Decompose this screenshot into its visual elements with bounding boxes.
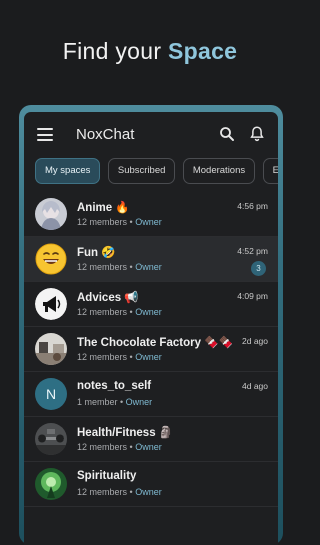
member-count: 12 members [77, 262, 128, 272]
fun-emoji-avatar [35, 243, 67, 275]
member-count: 12 members [77, 442, 128, 452]
space-row-chocolate-factory[interactable]: The Chocolate Factory 🍫🍫 12 members • Ow… [24, 327, 278, 372]
separator: • [127, 262, 136, 272]
spaces-list: Anime 🔥 12 members • Owner 4:56 pm Fun 🤣… [24, 192, 278, 507]
last-activity-time: 4:52 pm [237, 246, 268, 256]
separator: • [127, 307, 136, 317]
headline-accent: Space [168, 38, 238, 64]
separator: • [127, 352, 136, 362]
tab-my-spaces[interactable]: My spaces [35, 158, 101, 184]
separator: • [127, 442, 136, 452]
space-row-notes-to-self[interactable]: N notes_to_self 1 member • Owner 4d ago [24, 372, 278, 417]
member-count: 12 members [77, 307, 128, 317]
tab-subscribed[interactable]: Subscribed [107, 158, 176, 184]
notification-bell-icon[interactable] [248, 125, 266, 143]
avatar-initial: N [45, 386, 57, 402]
space-row-fun[interactable]: Fun 🤣 12 members • Owner 4:52 pm 3 [24, 237, 278, 282]
separator: • [127, 487, 136, 497]
space-title: Health/Fitness 🗿 [77, 427, 174, 439]
search-icon[interactable] [218, 125, 236, 143]
space-title: Advices 📢 [77, 292, 139, 304]
space-title: The Chocolate Factory 🍫🍫 [77, 337, 233, 349]
space-meta: 1 member • Owner [77, 397, 152, 407]
space-meta: 12 members • Owner [77, 217, 162, 227]
nature-photo-avatar [35, 468, 67, 500]
hamburger-menu-icon[interactable] [37, 128, 53, 141]
space-title: notes_to_self [77, 380, 152, 392]
room-photo-avatar [35, 333, 67, 365]
separator: • [117, 397, 126, 407]
page-headline: Find your Space [0, 38, 300, 65]
phone-frame: NoxChat My spaces Subscribed Moderations… [19, 105, 283, 545]
app-bar: NoxChat [24, 112, 278, 158]
space-title: Anime 🔥 [77, 202, 130, 214]
space-meta: 12 members • Owner [77, 352, 162, 362]
last-activity-time: 4d ago [242, 381, 268, 391]
space-title: Fun 🤣 [77, 247, 116, 259]
member-count: 1 member [77, 397, 118, 407]
role-label: Owner [135, 352, 162, 362]
space-row-spirituality[interactable]: Spirituality 12 members • Owner [24, 462, 278, 507]
space-meta: 12 members • Owner [77, 442, 162, 452]
separator: • [127, 217, 136, 227]
space-meta: 12 members • Owner [77, 262, 162, 272]
role-label: Owner [135, 307, 162, 317]
space-row-anime[interactable]: Anime 🔥 12 members • Owner 4:56 pm [24, 192, 278, 237]
role-label: Owner [125, 397, 153, 407]
last-activity-time: 4:09 pm [237, 291, 268, 301]
app-screen: NoxChat My spaces Subscribed Moderations… [24, 112, 278, 545]
tab-moderations[interactable]: Moderations [182, 158, 256, 184]
space-row-advices[interactable]: Advices 📢 12 members • Owner 4:09 pm [24, 282, 278, 327]
last-activity-time: 2d ago [242, 336, 268, 346]
member-count: 12 members [77, 487, 128, 497]
anime-avatar [35, 198, 67, 230]
role-label: Owner [135, 442, 162, 452]
app-title: NoxChat [76, 126, 135, 143]
space-filter-tabs: My spaces Subscribed Moderations Explo [24, 158, 278, 188]
role-label: Owner [135, 487, 162, 497]
space-title: Spirituality [77, 470, 137, 482]
gym-photo-avatar [35, 423, 67, 455]
member-count: 12 members [77, 352, 128, 362]
unread-count-badge: 3 [251, 261, 266, 276]
role-label: Owner [135, 217, 162, 227]
role-label: Owner [135, 262, 162, 272]
space-meta: 12 members • Owner [77, 487, 162, 497]
headline-prefix: Find your [62, 38, 162, 64]
megaphone-avatar [35, 288, 67, 320]
tab-explore[interactable]: Explo [262, 158, 278, 184]
last-activity-time: 4:56 pm [237, 201, 268, 211]
space-meta: 12 members • Owner [77, 307, 162, 317]
member-count: 12 members [77, 217, 128, 227]
space-row-health-fitness[interactable]: Health/Fitness 🗿 12 members • Owner [24, 417, 278, 462]
initial-avatar: N [35, 378, 67, 410]
